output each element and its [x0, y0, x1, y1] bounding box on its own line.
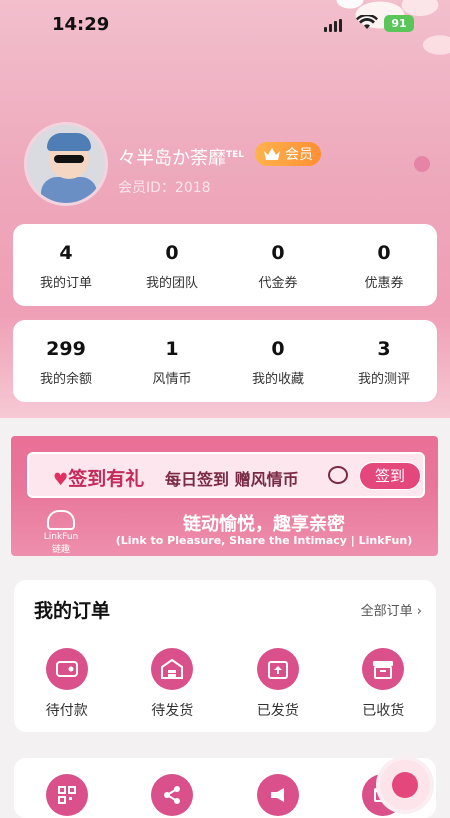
banner-slogan: 链动愉悦，趣享亲密	[183, 514, 345, 535]
qr-code-icon	[45, 774, 88, 816]
stat-value: 3	[377, 338, 391, 360]
logo-en: LinkFun	[43, 532, 79, 542]
linkfun-logo-mark	[47, 510, 75, 530]
order-label: 已发货	[256, 703, 299, 719]
banner-slogan-en: (Link to Pleasure, Share the Intimacy | …	[115, 534, 413, 547]
stat-value: 0	[271, 338, 285, 360]
heart-icon: ♥	[53, 470, 69, 490]
all-orders-link[interactable]: 全部订单 ›	[361, 600, 422, 619]
status-bar: 14:29 91	[0, 0, 450, 48]
sign-in-button[interactable]: 签到	[359, 462, 421, 490]
nickname: 々半岛か荼靡TEL	[118, 144, 244, 170]
warehouse-icon	[151, 648, 194, 690]
megaphone-icon	[256, 774, 299, 816]
stat-value: 0	[271, 242, 285, 264]
order-pending-shipment[interactable]: 待发货	[120, 648, 226, 720]
orders-section: 我的订单 全部订单 › 待付款 待发货 已发货 已收货	[14, 580, 436, 732]
stat-label: 我的团队	[145, 276, 198, 291]
wallet-icon	[45, 648, 88, 690]
sign-in-banner[interactable]: ♥签到有礼 每日签到 赠风情币 签到 LinkFun 链趣 链动愉悦，趣享亲密 …	[11, 436, 438, 556]
orders-title: 我的订单	[34, 600, 111, 622]
avatar-body	[41, 177, 97, 203]
archive-box-icon	[362, 648, 405, 690]
share-icon	[151, 774, 194, 816]
status-time: 14:29	[52, 14, 110, 35]
order-label: 待付款	[45, 703, 88, 719]
stat-value: 4	[59, 242, 73, 264]
services-row	[14, 774, 436, 816]
nickname-text: 々半岛か荼靡	[118, 148, 226, 169]
vip-label: 会员	[285, 147, 313, 163]
banner-sign-bar: ♥签到有礼 每日签到 赠风情币 签到	[27, 452, 425, 498]
service-share[interactable]	[120, 774, 226, 816]
services-section	[14, 758, 436, 818]
box-up-icon	[256, 648, 299, 690]
nickname-superscript: TEL	[226, 150, 245, 160]
banner-sign-title-text: 签到有礼	[68, 468, 145, 490]
wifi-icon	[356, 15, 378, 29]
stat-balance[interactable]: 299 我的余额	[13, 320, 119, 402]
order-label: 待发货	[151, 703, 194, 719]
battery-indicator: 91	[384, 15, 414, 32]
crown-icon	[264, 148, 280, 160]
service-announce[interactable]	[225, 774, 331, 816]
linkfun-logo: LinkFun 链趣	[31, 510, 91, 555]
stat-label: 风情币	[152, 372, 192, 387]
avatar[interactable]	[24, 122, 108, 206]
headset-icon	[392, 772, 418, 798]
small-flower-icon	[414, 156, 430, 172]
stats-card-primary: 4 我的订单 0 我的团队 0 代金券 0 优惠券	[13, 224, 437, 306]
signal-icon	[324, 19, 342, 32]
service-qr[interactable]	[14, 774, 120, 816]
stat-favorites[interactable]: 0 我的收藏	[225, 320, 331, 402]
vip-badge[interactable]: 会员	[255, 142, 321, 166]
stat-reviews[interactable]: 3 我的测评	[331, 320, 437, 402]
orders-row: 待付款 待发货 已发货 已收货	[14, 648, 436, 720]
stat-label: 我的余额	[39, 372, 92, 387]
stat-value: 0	[165, 242, 179, 264]
coin-icon	[328, 466, 348, 484]
avatar-glasses	[54, 155, 84, 163]
logo-cn: 链趣	[51, 545, 70, 555]
stat-label: 我的订单	[39, 276, 92, 291]
order-pending-payment[interactable]: 待付款	[14, 648, 120, 720]
stat-my-team[interactable]: 0 我的团队	[119, 224, 225, 306]
avatar-cap	[47, 133, 91, 151]
stat-vouchers[interactable]: 0 代金券	[225, 224, 331, 306]
stat-value: 1	[165, 338, 179, 360]
stat-label: 我的测评	[357, 372, 410, 387]
battery-level: 91	[391, 17, 407, 30]
stat-value: 299	[46, 338, 86, 360]
order-received[interactable]: 已收货	[331, 648, 437, 720]
stat-value: 0	[377, 242, 391, 264]
order-shipped[interactable]: 已发货	[225, 648, 331, 720]
stat-my-orders[interactable]: 4 我的订单	[13, 224, 119, 306]
member-id: 会员ID：2018	[118, 180, 211, 196]
stat-coins[interactable]: 1 风情币	[119, 320, 225, 402]
customer-service-button[interactable]	[380, 760, 430, 810]
stat-label: 优惠券	[364, 276, 404, 291]
order-label: 已收货	[362, 703, 405, 719]
stat-coupons[interactable]: 0 优惠券	[331, 224, 437, 306]
banner-sign-desc: 每日签到 赠风情币	[165, 470, 299, 489]
stat-label: 代金券	[258, 276, 298, 291]
banner-sign-title: ♥签到有礼	[53, 464, 144, 491]
stats-card-secondary: 299 我的余额 1 风情币 0 我的收藏 3 我的测评	[13, 320, 437, 402]
stat-label: 我的收藏	[251, 372, 304, 387]
